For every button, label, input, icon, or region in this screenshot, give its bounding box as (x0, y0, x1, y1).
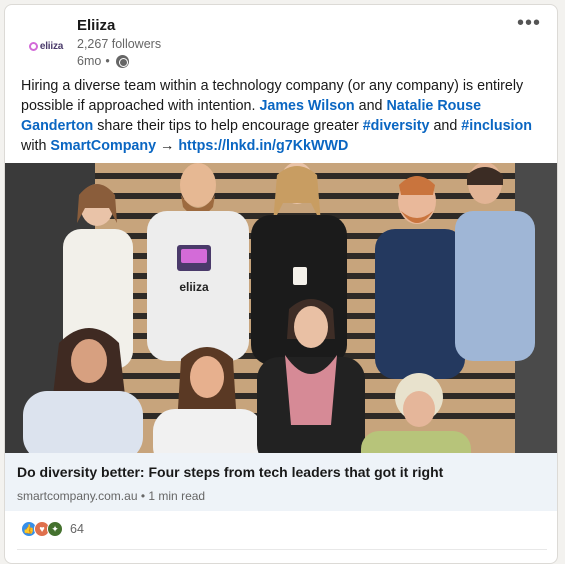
text-segment: and (429, 118, 462, 134)
arrow-text: → (156, 138, 179, 154)
reaction-summary[interactable]: 👍 ♥ ✦ 64 (21, 519, 84, 539)
mention-james-wilson[interactable]: James Wilson (259, 98, 354, 114)
hashtag-diversity[interactable]: #diversity (363, 118, 430, 134)
text-segment: share their tips to help encourage great… (93, 118, 363, 134)
reaction-count[interactable]: 64 (70, 522, 84, 536)
post-header: eliiza Eliiza 2,267 followers 6mo • ••• (5, 5, 557, 71)
text-segment: with (21, 138, 51, 154)
more-options-button[interactable]: ••• (517, 13, 541, 33)
company-logo[interactable]: eliiza (27, 27, 65, 65)
post-url-link[interactable]: https://lnkd.in/g7KkWWD (178, 138, 348, 154)
post-meta: 6mo • (77, 54, 129, 68)
team-photo: eliiza (5, 163, 557, 453)
post-time: 6mo (77, 54, 102, 68)
logo-text: eliiza (39, 40, 64, 52)
post-text: Hiring a diverse team within a technolog… (21, 76, 547, 156)
actions-divider (17, 549, 547, 550)
mention-smartcompany[interactable]: SmartCompany (50, 138, 156, 154)
preview-source-line: smartcompany.com.au • 1 min read (17, 489, 547, 503)
post-image[interactable]: eliiza (5, 163, 557, 453)
hashtag-inclusion[interactable]: #inclusion (461, 118, 532, 134)
globe-icon (115, 54, 129, 68)
shirt-logo-text: eliiza (179, 280, 209, 294)
link-preview[interactable]: Do diversity better: Four steps from tec… (5, 453, 557, 511)
follower-count: 2,267 followers (77, 37, 162, 51)
preview-read-time: 1 min read (148, 489, 206, 503)
author-name[interactable]: Eliiza (77, 17, 115, 34)
text-segment: and (354, 98, 387, 114)
insightful-icon: ✦ (47, 521, 63, 537)
logo-ring-icon (28, 41, 38, 51)
preview-title[interactable]: Do diversity better: Four steps from tec… (17, 463, 547, 481)
post-card: eliiza Eliiza 2,267 followers 6mo • ••• … (4, 4, 558, 564)
preview-domain: smartcompany.com.au (17, 489, 138, 503)
meta-separator: • (105, 54, 110, 68)
